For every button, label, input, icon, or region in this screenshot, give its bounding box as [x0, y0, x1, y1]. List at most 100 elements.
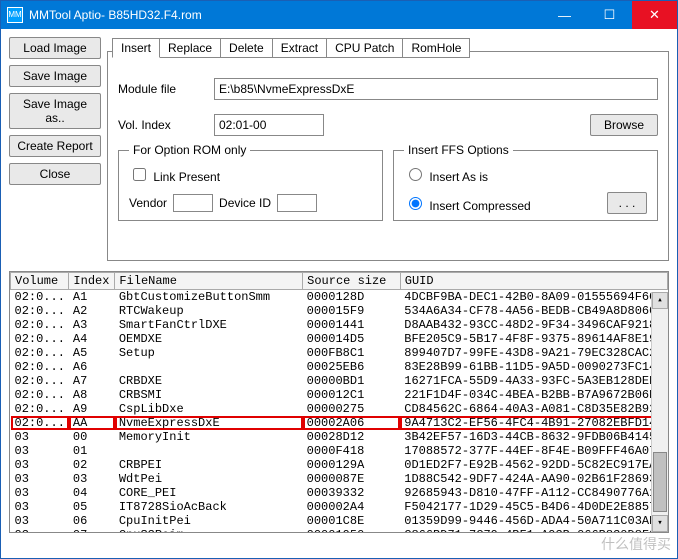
vertical-scrollbar[interactable]: ▴ ▾	[651, 292, 668, 532]
window-title: MMTool Aptio- B85HD32.F4.rom	[29, 8, 542, 22]
cell-vol: 03	[11, 486, 69, 500]
table-row[interactable]: 0304CORE_PEI0003933292685943-D810-47FF-A…	[11, 486, 668, 500]
table-row[interactable]: 02:0...A7CRBDXE00000BD116271FCA-55D9-4A3…	[11, 374, 668, 388]
vendor-label: Vendor	[129, 196, 167, 210]
cell-idx: A3	[69, 318, 115, 332]
cell-vol: 03	[11, 444, 69, 458]
table-body: 02:0...A1GbtCustomizeButtonSmm0000128D4D…	[11, 290, 668, 534]
cell-guid: 1D88C542-9DF7-424A-AA90-02B61F286938	[400, 472, 667, 486]
module-file-label: Module file	[118, 82, 214, 96]
cell-file: CORE_PEI	[115, 486, 303, 500]
tab-replace[interactable]: Replace	[159, 38, 221, 58]
cell-idx: A7	[69, 374, 115, 388]
table-row[interactable]: 02:0...A9CspLibDxe00000275CD84562C-6864-…	[11, 402, 668, 416]
table-row[interactable]: 02:0...A3SmartFanCtrlDXE00001441D8AAB432…	[11, 318, 668, 332]
col-filename[interactable]: FileName	[115, 273, 303, 290]
cell-idx: A2	[69, 304, 115, 318]
scroll-down-button[interactable]: ▾	[652, 515, 668, 532]
col-guid[interactable]: GUID	[400, 273, 667, 290]
table-row[interactable]: 0305IT8728SioAcBack000002A4F5042177-1D29…	[11, 500, 668, 514]
table-row[interactable]: 02:0...A8CRBSMI000012C1221F1D4F-034C-4BE…	[11, 388, 668, 402]
cell-file: RTCWakeup	[115, 304, 303, 318]
link-present-input[interactable]	[133, 168, 146, 181]
save-image-as-button[interactable]: Save Image as..	[9, 93, 101, 129]
cell-idx: A4	[69, 332, 115, 346]
cell-file: CRBSMI	[115, 388, 303, 402]
browse-button[interactable]: Browse	[590, 114, 658, 136]
cell-guid: D8AAB432-93CC-48D2-9F34-3496CAF92185	[400, 318, 667, 332]
tab-insert[interactable]: Insert	[112, 38, 160, 58]
save-image-button[interactable]: Save Image	[9, 65, 101, 87]
insert-compressed-radio[interactable]: Insert Compressed	[404, 194, 607, 213]
cell-guid: 16271FCA-55D9-4A33-93FC-5A3EB128DEB6	[400, 374, 667, 388]
scroll-up-button[interactable]: ▴	[652, 292, 668, 309]
cell-vol: 02:0...	[11, 290, 69, 305]
cell-file: CpuS3Peim	[115, 528, 303, 533]
cell-guid: 92685943-D810-47FF-A112-CC8490776A1F	[400, 486, 667, 500]
table-row[interactable]: 0300MemoryInit00028D123B42EF57-16D3-44CB…	[11, 430, 668, 444]
cell-src: 00002A06	[303, 416, 401, 430]
col-index[interactable]: Index	[69, 273, 115, 290]
table-row[interactable]: 02:0...A1GbtCustomizeButtonSmm0000128D4D…	[11, 290, 668, 305]
cell-vol: 02:0...	[11, 304, 69, 318]
cell-vol: 03	[11, 458, 69, 472]
create-report-button[interactable]: Create Report	[9, 135, 101, 157]
ffs-more-button[interactable]: . . .	[607, 192, 647, 214]
load-image-button[interactable]: Load Image	[9, 37, 101, 59]
device-id-input[interactable]	[277, 194, 317, 212]
col-volume[interactable]: Volume	[11, 273, 69, 290]
vol-index-label: Vol. Index	[118, 118, 214, 132]
table-row[interactable]: 02:0...A600025EB683E28B99-61BB-11D5-9A5D…	[11, 360, 668, 374]
vendor-input[interactable]	[173, 194, 213, 212]
col-source-size[interactable]: Source size	[303, 273, 401, 290]
side-buttons: Load Image Save Image Save Image as.. Cr…	[9, 37, 101, 261]
tab-delete[interactable]: Delete	[220, 38, 273, 58]
scroll-thumb[interactable]	[653, 452, 667, 512]
cell-src: 00001441	[303, 318, 401, 332]
tab-romhole[interactable]: RomHole	[402, 38, 470, 58]
table-row[interactable]: 0303WdtPei0000087E1D88C542-9DF7-424A-AA9…	[11, 472, 668, 486]
cell-src: 00000BD1	[303, 374, 401, 388]
insert-compressed-label: Insert Compressed	[429, 199, 530, 213]
table-row[interactable]: 02:0...AANvmeExpressDxE00002A069A4713C2-…	[11, 416, 668, 430]
maximize-button[interactable]: ☐	[587, 1, 632, 29]
module-table-wrap: Volume Index FileName Source size GUID 0…	[9, 271, 669, 533]
cell-src: 00001C8E	[303, 514, 401, 528]
minimize-button[interactable]: —	[542, 1, 587, 29]
insert-as-is-label: Insert As is	[429, 170, 488, 184]
cell-vol: 02:0...	[11, 360, 69, 374]
cell-file: GbtCustomizeButtonSmm	[115, 290, 303, 305]
cell-guid: 9A4713C2-EF56-4FC4-4B91-27082EBFD142	[400, 416, 667, 430]
option-rom-group: For Option ROM only Link Present Vendor …	[118, 150, 383, 221]
cell-guid: 3B42EF57-16D3-44CB-8632-9FDB06B41451	[400, 430, 667, 444]
cell-idx: 03	[69, 472, 115, 486]
table-row[interactable]: 03010000F41817088572-377F-44EF-8F4E-B09F…	[11, 444, 668, 458]
table-row[interactable]: 0307CpuS3Peim00001950C866BD71-7C79-4BF1-…	[11, 528, 668, 533]
tab-extract[interactable]: Extract	[272, 38, 327, 58]
cell-src: 00000275	[303, 402, 401, 416]
table-row[interactable]: 02:0...A5Setup000FB8C1899407D7-99FE-43D8…	[11, 346, 668, 360]
insert-as-is-input[interactable]	[409, 168, 422, 181]
cell-vol: 03	[11, 514, 69, 528]
module-file-input[interactable]	[214, 78, 658, 100]
cell-vol: 03	[11, 430, 69, 444]
cell-guid: 4DCBF9BA-DEC1-42B0-8A09-01555694F6CF	[400, 290, 667, 305]
table-row[interactable]: 0302CRBPEI0000129A0D1ED2F7-E92B-4562-92D…	[11, 458, 668, 472]
cell-vol: 02:0...	[11, 318, 69, 332]
tab-cpu-patch[interactable]: CPU Patch	[326, 38, 403, 58]
cell-guid: 221F1D4F-034C-4BEA-B2BB-B7A9672B06D7	[400, 388, 667, 402]
cell-vol: 02:0...	[11, 332, 69, 346]
link-present-checkbox[interactable]: Link Present	[129, 170, 220, 184]
table-row[interactable]: 0306CpuInitPei00001C8E01359D99-9446-456D…	[11, 514, 668, 528]
close-button[interactable]: ✕	[632, 1, 677, 29]
insert-compressed-input[interactable]	[409, 197, 422, 210]
vol-index-input[interactable]	[214, 114, 324, 136]
close-app-button[interactable]: Close	[9, 163, 101, 185]
cell-idx: AA	[69, 416, 115, 430]
cell-vol: 03	[11, 472, 69, 486]
insert-as-is-radio[interactable]: Insert As is	[404, 165, 647, 184]
ffs-options-group: Insert FFS Options Insert As is Insert C…	[393, 150, 658, 221]
table-row[interactable]: 02:0...A2RTCWakeup000015F9534A6A34-CF78-…	[11, 304, 668, 318]
table-row[interactable]: 02:0...A4OEMDXE000014D5BFE205C9-5B17-4F8…	[11, 332, 668, 346]
cell-src: 000FB8C1	[303, 346, 401, 360]
